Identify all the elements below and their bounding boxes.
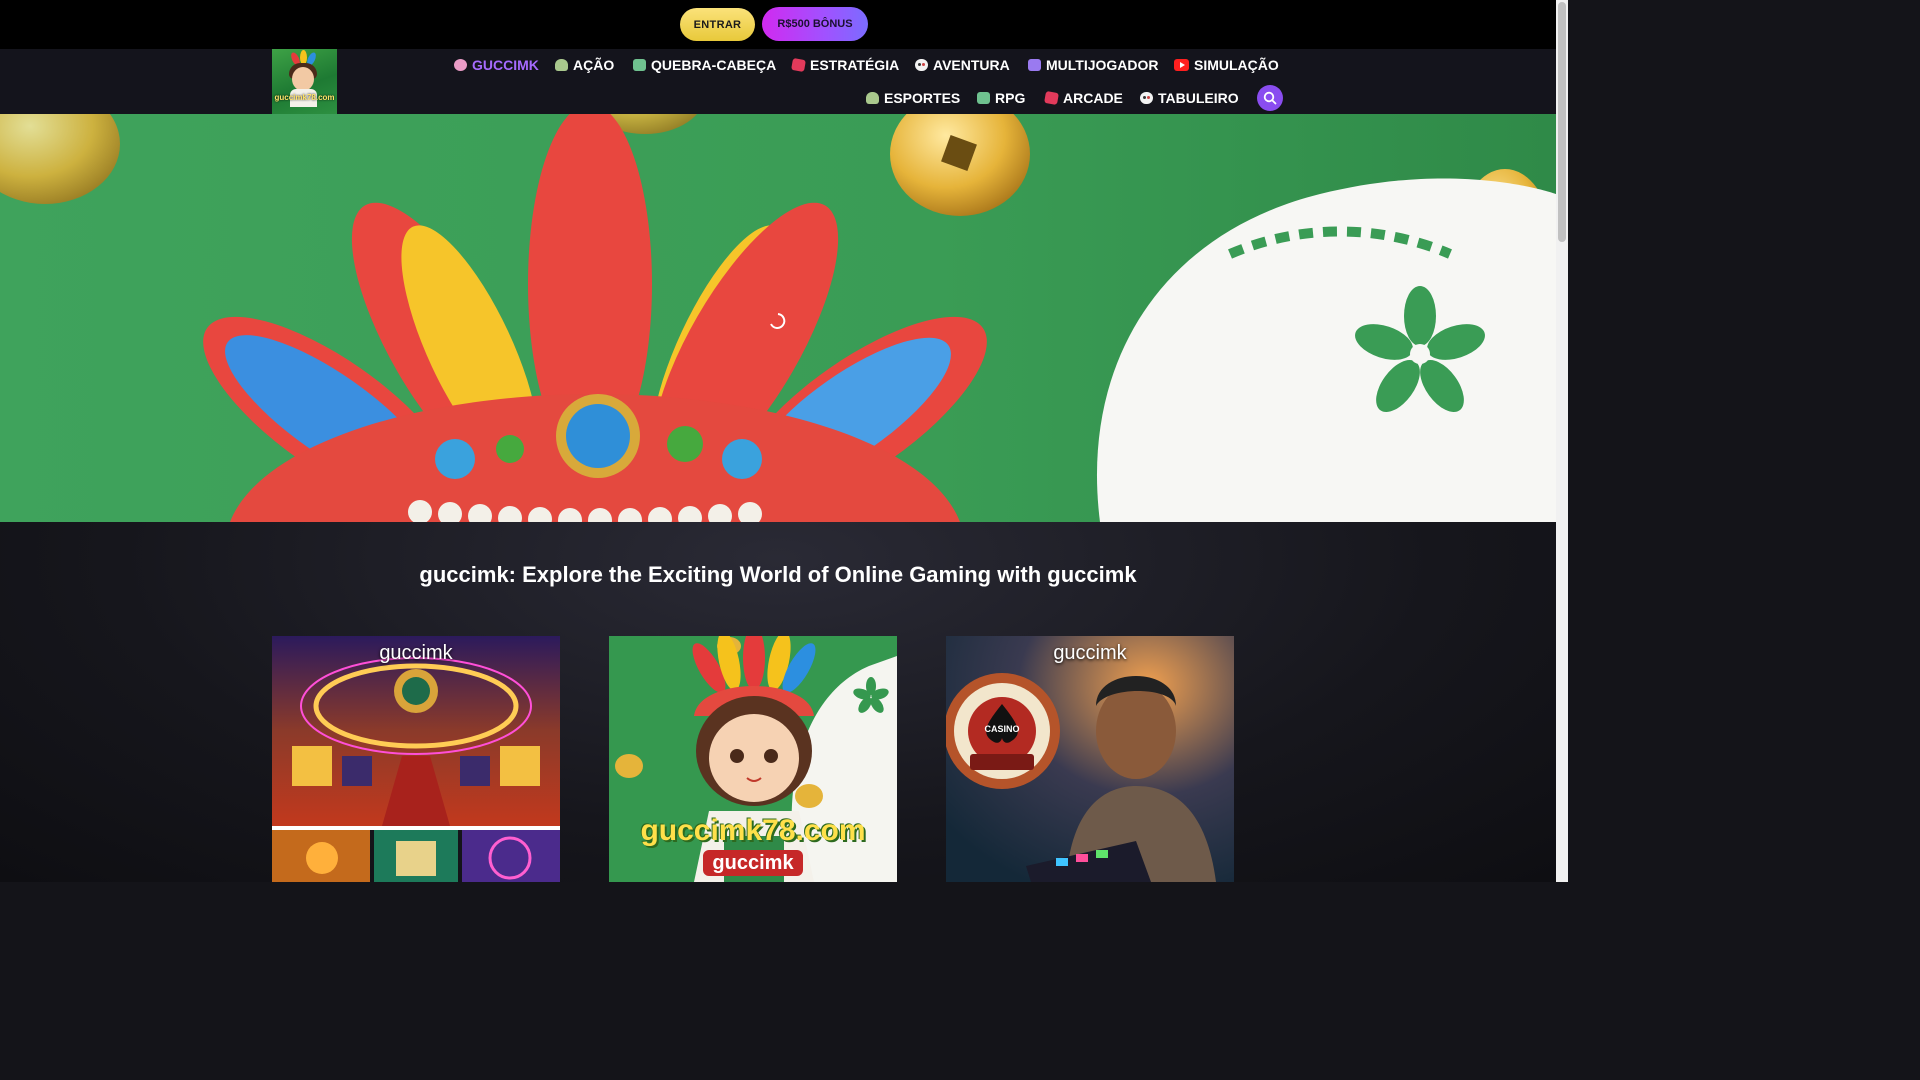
nav-label: RPG xyxy=(995,90,1026,106)
nav-label: AÇÃO xyxy=(573,57,615,73)
logo-text: guccimk78.com xyxy=(274,93,335,102)
search-icon xyxy=(1263,91,1277,105)
dice-icon xyxy=(791,57,806,73)
nav-item-estrategia[interactable]: ESTRATÉGIA xyxy=(791,57,900,73)
gamepad-icon xyxy=(1140,92,1153,104)
nav-label: ESPORTES xyxy=(884,90,961,106)
card-title: guccimk xyxy=(1053,642,1127,664)
game-card-3[interactable]: guccimk CASINO xyxy=(946,636,1234,882)
robot-icon xyxy=(633,59,646,71)
card-domain-text: guccimk78.com xyxy=(640,814,866,847)
gamepad-icon xyxy=(915,59,928,71)
nav-label: SIMULAÇÃO xyxy=(1194,57,1279,73)
nav-label: GUCCIMK xyxy=(472,57,539,73)
cap-icon xyxy=(555,59,568,71)
nav-item-acao[interactable]: AÇÃO xyxy=(555,57,614,73)
page-title: guccimk: Explore the Exciting World of O… xyxy=(419,562,1137,587)
login-button[interactable]: ENTRAR xyxy=(680,8,755,41)
game-card-2[interactable]: guccimk78.com guccimk xyxy=(609,636,897,882)
nav-item-arcade[interactable]: ARCADE xyxy=(1044,90,1123,106)
card-title: guccimk xyxy=(379,642,453,664)
nav-item-rpg[interactable]: RPG xyxy=(977,90,1025,106)
nav-item-esportes[interactable]: ESPORTES xyxy=(866,90,960,106)
cap-icon xyxy=(866,92,879,104)
casino-hall-image xyxy=(272,636,560,882)
joystick-icon xyxy=(454,59,467,71)
bonus-button[interactable]: R$500 BÔNUS xyxy=(762,7,868,41)
site-header xyxy=(0,49,1556,114)
nav-label: ESTRATÉGIA xyxy=(810,57,900,73)
nav-item-multijogador[interactable]: MULTIJOGADOR xyxy=(1028,57,1159,73)
game-card-1[interactable]: guccimk xyxy=(272,636,560,882)
nav-label: MULTIJOGADOR xyxy=(1046,57,1159,73)
nav-label: ARCADE xyxy=(1063,90,1123,106)
nav-item-guccimk[interactable]: GUCCIMK xyxy=(454,57,539,73)
man-tablet-image xyxy=(946,636,1234,882)
nav-item-quebra-cabeca[interactable]: QUEBRA-CABEÇA xyxy=(633,57,776,73)
site-logo[interactable]: guccimk78.com xyxy=(272,49,337,114)
casino-badge-text: CASINO xyxy=(984,724,1020,734)
hero-image xyxy=(0,114,1556,522)
nav-item-aventura[interactable]: AVENTURA xyxy=(915,57,1010,73)
hero-banner[interactable] xyxy=(0,114,1556,522)
nav-label: TABULEIRO xyxy=(1158,90,1239,106)
scrollbar-thumb[interactable] xyxy=(1558,2,1566,242)
nav-label: AVENTURA xyxy=(933,57,1010,73)
dice-icon xyxy=(1044,90,1059,106)
nav-label: QUEBRA-CABEÇA xyxy=(651,57,777,73)
tv-icon xyxy=(1028,59,1041,71)
robot-icon xyxy=(977,92,990,104)
youtube-icon xyxy=(1174,59,1189,71)
nav-item-simulacao[interactable]: SIMULAÇÃO xyxy=(1174,57,1279,73)
search-button[interactable] xyxy=(1257,85,1283,111)
nav-item-tabuleiro[interactable]: TABULEIRO xyxy=(1140,90,1239,106)
card-brand-badge: guccimk xyxy=(703,850,803,876)
